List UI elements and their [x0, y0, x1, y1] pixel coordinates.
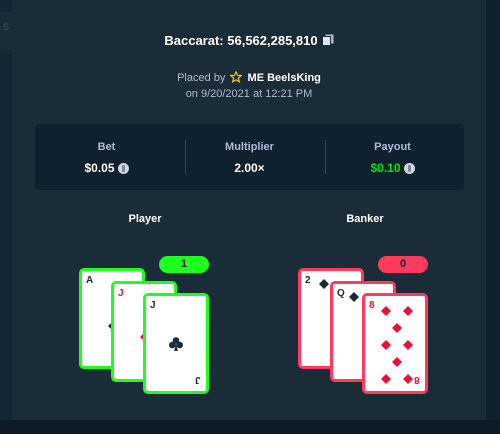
stat-payout: Payout $0.10 [321, 124, 464, 190]
username-link[interactable]: ME BeelsKing [248, 72, 321, 84]
multiplier-label: Multiplier [225, 141, 274, 153]
coin-icon [403, 163, 415, 174]
bet-title: Baccarat: 56,562,285,810 [12, 33, 486, 48]
diamond-suit-icon [349, 292, 359, 302]
card-rank: A [86, 275, 94, 286]
payout-value: $0.10 [370, 161, 401, 175]
multiplier-value: 2.00× [234, 161, 265, 175]
bet-date: on 9/20/2021 at 12:21 PM [185, 88, 313, 100]
placed-by-line: Placed by ME BeelsKing [12, 70, 486, 84]
diamond-suit-icon [381, 340, 391, 350]
bet-value: $0.05 [84, 161, 115, 175]
payout-label: Payout [374, 141, 411, 153]
diamond-suit-icon [392, 323, 402, 333]
card-rank-bottom: 8 [414, 374, 420, 385]
bet-value-row: $0.05 [35, 161, 178, 175]
diamond-suit-icon [381, 306, 391, 316]
card-rank-bottom: J [195, 374, 201, 385]
placed-by-label: Placed by [177, 72, 226, 84]
stat-bet: Bet $0.05 [35, 124, 178, 190]
card-rank: 8 [369, 300, 375, 311]
diamond-suit-icon [392, 357, 402, 367]
diamond-suit-icon [403, 374, 413, 384]
payout-value-row: $0.10 [321, 161, 464, 175]
bet-label: Bet [97, 141, 116, 153]
banker-score-badge: 0 [378, 256, 428, 273]
diamond-suit-icon [319, 279, 329, 289]
club-suit-icon [169, 336, 183, 351]
player-hand-title: Player [128, 213, 162, 225]
card-rank: J [118, 288, 124, 299]
diamond-suit-icon [403, 340, 413, 350]
bet-title-text: Baccarat: 56,562,285,810 [164, 33, 318, 48]
background-sidebar-text: S [3, 22, 10, 32]
star-icon [229, 70, 244, 84]
coin-icon [117, 163, 129, 174]
bet-details-modal: Baccarat: 56,562,285,810 Placed by ME Be… [12, 0, 486, 420]
banker-card-3: 8 8 [362, 293, 428, 394]
diamond-suit-icon [403, 306, 413, 316]
card-rank: Q [337, 288, 345, 299]
diamond-suit-icon [381, 374, 391, 384]
stat-multiplier: Multiplier 2.00× [178, 124, 321, 190]
background-sidebar [0, 0, 12, 434]
player-card-3: J J [143, 293, 209, 394]
background-footer [0, 420, 500, 434]
card-rank: 2 [305, 275, 311, 286]
player-score-badge: 1 [159, 256, 209, 273]
copy-icon[interactable] [321, 34, 334, 46]
banker-hand-title: Banker [346, 213, 384, 225]
bet-stats-panel: Bet $0.05 Multiplier 2.00× Payout $0.10 [35, 124, 464, 190]
card-rank: J [150, 300, 156, 311]
